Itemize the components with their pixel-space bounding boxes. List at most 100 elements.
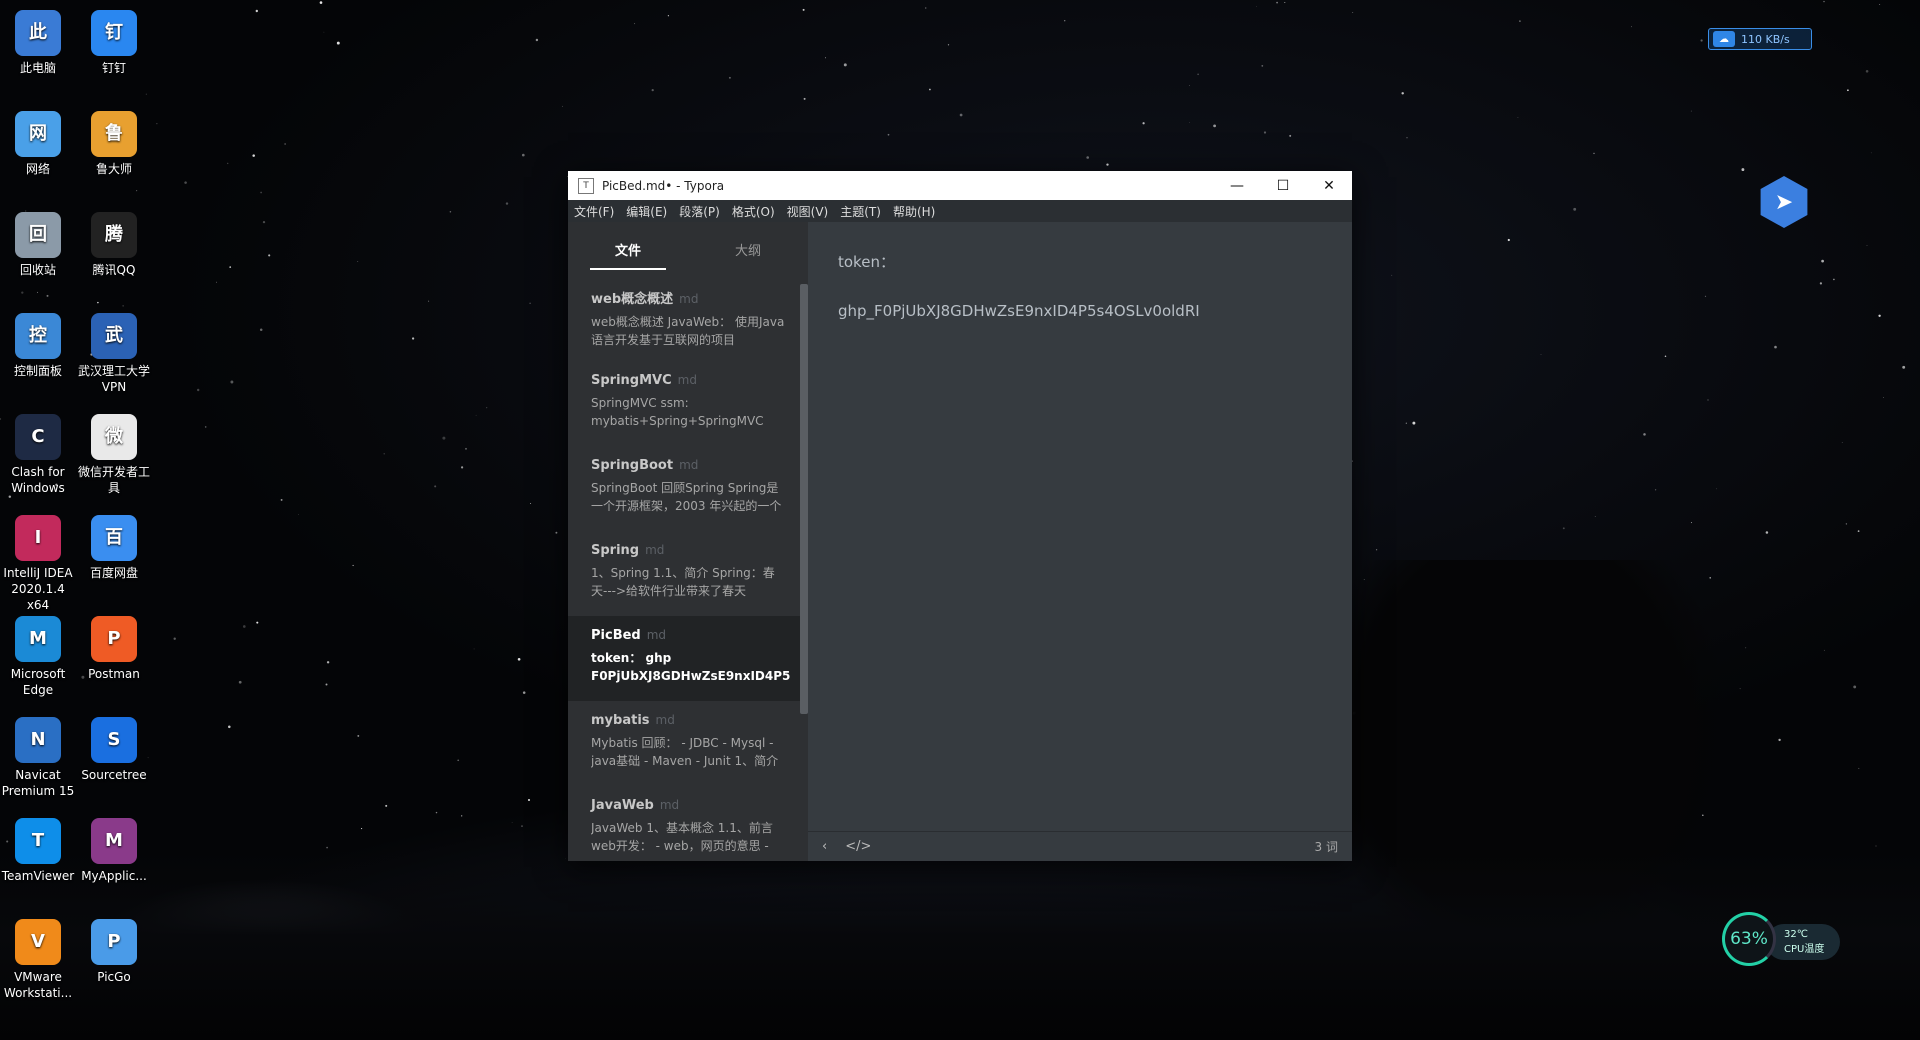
computer-icon: 此 — [15, 10, 61, 56]
star — [529, 302, 531, 304]
desktop-icon[interactable]: P Postman — [76, 608, 152, 682]
desktop-icon[interactable]: I IntelliJ IDEA 2020.1.4 x64 — [0, 507, 76, 613]
document-content[interactable]: token： ghp_F0PjUbXJ8GDHwZsE9nxID4P5s4OSLv… — [808, 222, 1352, 376]
content-paragraph[interactable]: ghp_F0PjUbXJ8GDHwZsE9nxID4P5s4OSLv0oldRI — [838, 299, 1322, 323]
menu-item[interactable]: 视图(V) — [787, 203, 829, 220]
star — [1858, 767, 1860, 769]
desktop-icon[interactable]: C Clash for Windows — [0, 406, 76, 496]
star — [1263, 131, 1267, 134]
star — [517, 657, 521, 661]
star — [1778, 738, 1781, 742]
star — [1823, 649, 1825, 651]
star — [473, 648, 475, 650]
star — [1406, 137, 1408, 139]
file-item[interactable]: mybatis md Mybatis 回顾： - JDBC - Mysql - ja… — [568, 701, 800, 786]
desktop-icon[interactable]: 武武汉理工大学VPN — [76, 305, 152, 395]
star — [527, 798, 531, 802]
window-title: PicBed.md• - Typora — [602, 178, 725, 193]
star — [947, 44, 950, 46]
menu-item[interactable]: 段落(P) — [679, 203, 720, 220]
star — [667, 15, 670, 17]
desktop-icon[interactable]: M Microsoft Edge — [0, 608, 76, 698]
file-item[interactable]: JavaWeb md JavaWeb 1、基本概念 1.1、前言 web开发： - … — [568, 786, 800, 861]
file-ext: md — [646, 628, 667, 642]
star — [280, 498, 283, 501]
minimize-button[interactable]: — — [1214, 171, 1260, 200]
menu-item[interactable]: 编辑(E) — [626, 203, 667, 220]
star — [1879, 3, 1881, 5]
desktop-icon[interactable]: T TeamViewer — [0, 810, 76, 884]
file-item[interactable]: web概念概述 md web概念概述 JavaWeb： 使用Java语言开发基于互联… — [568, 276, 800, 361]
star — [1261, 65, 1264, 67]
desktop-icon[interactable]: 钉钉钉 — [76, 2, 152, 76]
desktop-icon[interactable]: 腾腾讯QQ — [76, 204, 152, 278]
desktop-icon[interactable]: V VMware Workstati... — [0, 911, 76, 1001]
desktop-icon[interactable]: 鲁鲁大师 — [76, 103, 152, 177]
tab-outline[interactable]: 大纲 — [688, 222, 808, 276]
dingtalk-float-icon[interactable]: ➤ — [1760, 176, 1808, 228]
desktop-icon[interactable]: P PicGo — [76, 911, 152, 985]
source-code-mode-icon[interactable]: </> — [845, 839, 871, 854]
tab-files[interactable]: 文件 — [568, 222, 688, 276]
desktop-icon-label: 回收站 — [19, 263, 56, 277]
close-button[interactable]: ✕ — [1306, 171, 1352, 200]
star — [1064, 20, 1066, 22]
star — [562, 105, 563, 107]
toggle-sidebar-icon[interactable]: ‹ — [822, 839, 827, 854]
file-item[interactable]: PicBed md token： ghp F0PjUbXJ8GDHwZsE9nxID… — [568, 616, 800, 701]
star — [37, 291, 39, 293]
sidebar: 文件 大纲 web概念概述 md web概念概述 JavaWeb： 使用Java语言… — [568, 222, 808, 861]
file-name: mybatis — [591, 713, 650, 728]
star — [486, 407, 488, 409]
desktop-icon[interactable]: 百百度网盘 — [76, 507, 152, 581]
star — [1142, 122, 1145, 125]
desktop-icon[interactable]: 此此电脑 — [0, 2, 76, 76]
ludashi-icon: 鲁 — [91, 111, 137, 157]
star — [136, 190, 138, 192]
star — [238, 680, 242, 684]
star — [228, 725, 231, 729]
star — [227, 162, 229, 165]
cpu-widget[interactable]: 32℃ CPU温度 63% — [1722, 912, 1840, 968]
star — [230, 380, 234, 384]
menu-item[interactable]: 文件(F) — [574, 203, 614, 220]
desktop-icon-label: 鲁大师 — [95, 162, 132, 176]
cpu-usage-ring: 63% — [1722, 912, 1776, 966]
desktop-icon[interactable]: 微微信开发者工具 — [76, 406, 152, 496]
star — [843, 63, 847, 67]
desktop-icon-label: 武汉理工大学VPN — [77, 364, 150, 394]
desktop-icon[interactable]: M MyApplic... — [76, 810, 152, 884]
menu-item[interactable]: 格式(O) — [732, 203, 775, 220]
star — [255, 9, 258, 13]
desktop-icon[interactable]: 控控制面板 — [0, 305, 76, 379]
desktop-icon[interactable]: S Sourcetree — [76, 709, 152, 783]
clash-icon: C — [15, 414, 61, 460]
menu-item[interactable]: 主题(T) — [840, 203, 881, 220]
star — [1821, 259, 1824, 263]
star — [442, 436, 446, 440]
star — [1819, 282, 1823, 285]
editor[interactable]: token： ghp_F0PjUbXJ8GDHwZsE9nxID4P5s4OSLv… — [808, 222, 1352, 861]
desktop-icon[interactable]: 回回收站 — [0, 204, 76, 278]
star — [1276, 1, 1278, 4]
net-speed-widget[interactable]: ☁ 110 KB/s — [1708, 28, 1812, 50]
desktop-icon[interactable]: 网网络 — [0, 103, 76, 177]
desktop-icon[interactable]: N Navicat Premium 15 — [0, 709, 76, 799]
content-paragraph[interactable]: token： — [838, 250, 1322, 274]
file-excerpt: token： ghp F0PjUbXJ8GDHwZsE9nxID4P5... — [591, 651, 790, 683]
sidebar-scrollbar[interactable] — [800, 284, 808, 714]
file-item[interactable]: SpringBoot md SpringBoot 回顾Spring Spring是一… — [568, 446, 800, 531]
star — [1401, 92, 1404, 95]
file-excerpt: Mybatis 回顾： - JDBC - Mysql - java基础 - Ma… — [591, 736, 779, 768]
maximize-button[interactable]: ☐ — [1260, 171, 1306, 200]
postman-icon: P — [91, 616, 137, 662]
file-name: SpringBoot — [591, 458, 674, 473]
file-item[interactable]: SpringMVC md SpringMVC ssm: mybatis+Spring… — [568, 361, 800, 446]
star — [428, 300, 430, 302]
menu-item[interactable]: 帮助(H) — [893, 203, 935, 220]
typora-app-icon: T — [578, 177, 594, 194]
star — [505, 202, 509, 205]
title-bar[interactable]: T PicBed.md• - Typora — ☐ ✕ — [568, 171, 1352, 200]
star — [1745, 647, 1747, 649]
file-item[interactable]: Spring md 1、Spring 1.1、简介 Spring：春天--->给软件… — [568, 531, 800, 616]
